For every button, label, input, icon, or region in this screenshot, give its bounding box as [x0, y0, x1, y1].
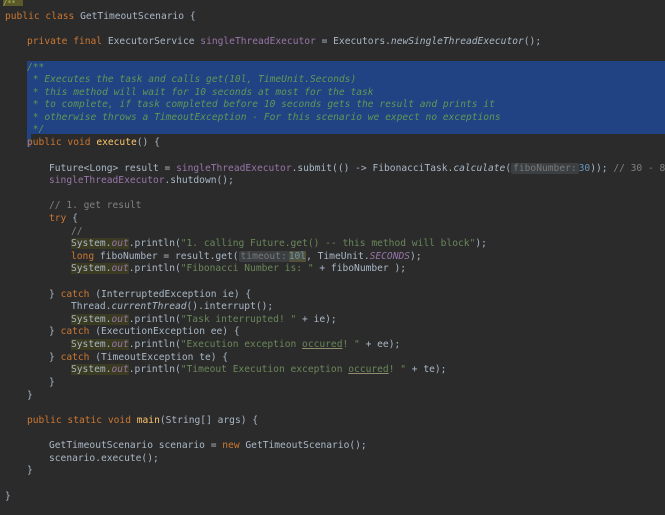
- code-editor[interactable]: /** public class GetTimeoutScenario { pr…: [0, 0, 665, 515]
- code-line-catch-execution[interactable]: } catch (ExecutionException ee) {: [49, 325, 240, 338]
- closing-brace[interactable]: }: [5, 490, 11, 503]
- code-line-field[interactable]: private final ExecutorService singleThre…: [27, 35, 541, 48]
- code-line-println[interactable]: System.out.println("Timeout Execution ex…: [71, 363, 446, 376]
- code-line-println[interactable]: System.out.println("Execution exception …: [71, 338, 400, 351]
- javadoc-line[interactable]: */: [27, 123, 45, 136]
- code-line-execute-declaration[interactable]: public void execute() {: [27, 136, 160, 149]
- fold-marker[interactable]: /**: [3, 0, 23, 6]
- javadoc-line[interactable]: * otherwise throws a TimeoutException - …: [27, 111, 501, 124]
- code-comment[interactable]: // 1. get result: [49, 199, 141, 212]
- closing-brace[interactable]: }: [27, 464, 33, 477]
- code-line-new-scenario[interactable]: GetTimeoutScenario scenario = new GetTim…: [49, 439, 367, 452]
- parameter-hint: timeout:: [238, 251, 289, 262]
- typo-warning: occured: [302, 339, 343, 350]
- javadoc-line[interactable]: * Executes the task and calls get(10l, T…: [27, 73, 356, 86]
- code-line-interrupt[interactable]: Thread.currentThread().interrupt();: [71, 300, 273, 313]
- javadoc-line[interactable]: * to complete, if task completed before …: [27, 98, 495, 111]
- code-line-class-declaration[interactable]: public class GetTimeoutScenario {: [5, 10, 196, 23]
- code-line-main-declaration[interactable]: public static void main(String[] args) {: [27, 414, 258, 427]
- code-line-execute-call[interactable]: scenario.execute();: [49, 452, 159, 465]
- parameter-hint: fiboNumber:: [511, 163, 579, 174]
- code-line-println[interactable]: System.out.println("1. calling Future.ge…: [71, 237, 487, 250]
- code-line-println[interactable]: System.out.println("Fibonacci Number is:…: [71, 262, 406, 275]
- closing-brace[interactable]: }: [49, 376, 55, 389]
- code-line-try[interactable]: try {: [49, 212, 78, 225]
- code-line-shutdown[interactable]: singleThreadExecutor.shutdown();: [49, 174, 234, 187]
- closing-brace[interactable]: }: [27, 389, 33, 402]
- typo-warning: occured: [348, 364, 389, 375]
